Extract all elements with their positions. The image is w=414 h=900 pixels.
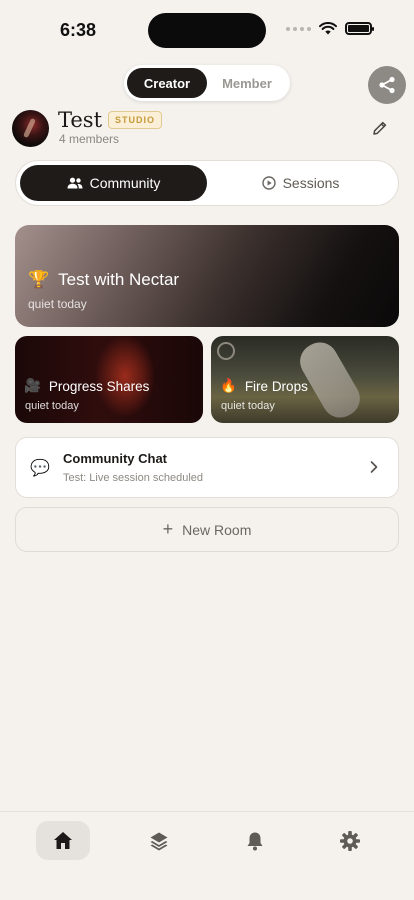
member-mode-button[interactable]: Member bbox=[207, 68, 287, 98]
room-title: 🎥 Progress Shares bbox=[24, 378, 149, 394]
avatar[interactable] bbox=[12, 110, 49, 147]
chat-last-message: Test: Live session scheduled bbox=[63, 472, 204, 484]
bell-icon bbox=[247, 832, 263, 850]
tab-sessions[interactable]: Sessions bbox=[207, 165, 394, 201]
featured-room-card[interactable]: 🏆 Test with Nectar quiet today bbox=[15, 225, 399, 327]
room-name: Progress Shares bbox=[48, 378, 150, 394]
bottom-nav bbox=[0, 811, 414, 900]
creator-mode-button[interactable]: Creator bbox=[127, 68, 207, 98]
dynamic-island bbox=[148, 13, 266, 48]
nav-notifications[interactable] bbox=[228, 821, 282, 860]
new-room-label: New Room bbox=[182, 521, 252, 538]
video-camera-icon: 🎥 bbox=[24, 378, 41, 393]
nav-home[interactable] bbox=[36, 821, 90, 860]
signal-icon bbox=[286, 26, 311, 31]
room-activity: quiet today bbox=[25, 400, 79, 412]
room-activity: quiet today bbox=[221, 400, 275, 412]
studio-badge: STUDIO bbox=[108, 111, 163, 129]
room-card-fire-drops[interactable]: 🔥 Fire Drops quiet today bbox=[211, 336, 399, 423]
room-name: Fire Drops bbox=[244, 378, 308, 394]
status-bar: 6:38 bbox=[0, 0, 414, 62]
tab-community[interactable]: Community bbox=[20, 165, 207, 201]
people-icon bbox=[67, 177, 83, 189]
edit-button[interactable] bbox=[370, 118, 390, 138]
room-card-progress-shares[interactable]: 🎥 Progress Shares quiet today bbox=[15, 336, 203, 423]
fire-icon: 🔥 bbox=[220, 378, 237, 393]
chevron-right-icon bbox=[370, 461, 378, 473]
featured-room-activity: quiet today bbox=[28, 297, 87, 311]
featured-room-name: Test with Nectar bbox=[58, 270, 180, 289]
layers-icon bbox=[150, 832, 168, 850]
nav-settings[interactable] bbox=[323, 821, 377, 860]
battery-icon bbox=[345, 22, 374, 35]
play-circle-icon bbox=[261, 176, 276, 190]
tab-bar: Community Sessions bbox=[15, 160, 399, 206]
tab-community-label: Community bbox=[89, 175, 161, 191]
plus-icon: + bbox=[162, 519, 174, 539]
room-title: 🔥 Fire Drops bbox=[220, 378, 308, 394]
status-time: 6:38 bbox=[60, 20, 97, 40]
featured-room-title: 🏆 Test with Nectar bbox=[28, 270, 179, 290]
nav-layers[interactable] bbox=[132, 821, 186, 860]
status-icons bbox=[286, 22, 374, 35]
share-icon bbox=[379, 76, 395, 94]
wifi-icon bbox=[319, 22, 337, 35]
chat-title: Community Chat bbox=[63, 451, 167, 466]
tab-sessions-label: Sessions bbox=[282, 175, 340, 191]
member-count: 4 members bbox=[59, 132, 120, 146]
page-title: Test bbox=[58, 108, 103, 132]
share-button[interactable] bbox=[368, 66, 406, 104]
home-icon bbox=[54, 832, 72, 849]
trophy-icon: 🏆 bbox=[28, 270, 50, 289]
pencil-icon bbox=[373, 121, 387, 135]
new-room-button[interactable]: + New Room bbox=[15, 507, 399, 552]
gear-icon bbox=[340, 830, 360, 851]
mode-toggle: Creator Member bbox=[124, 65, 290, 101]
community-chat-row[interactable]: 💬 Community Chat Test: Live session sche… bbox=[15, 437, 399, 498]
speech-bubble-icon: 💬 bbox=[30, 460, 50, 477]
